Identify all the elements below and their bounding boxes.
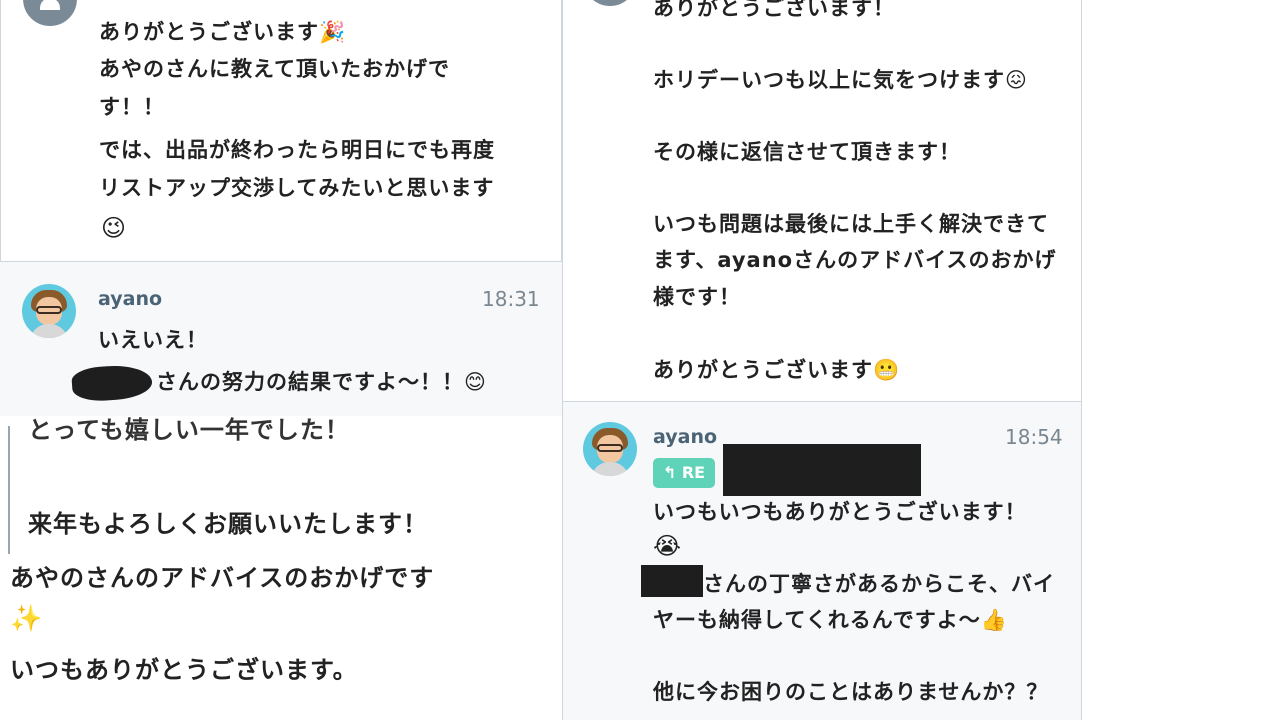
sparkles-emoji: ✨	[10, 604, 44, 634]
crying-emoji: 😭	[653, 532, 683, 560]
message-line: さんの丁寧さがあるからこそ、バイ	[703, 572, 1055, 596]
message-line: ありがとうございます😬	[653, 358, 901, 382]
avatar-partial[interactable]	[583, 0, 637, 6]
message-line: いつも問題は最後には上手く解決できて	[653, 212, 1049, 236]
message-line: その様に返信させて頂きます！	[653, 140, 961, 164]
message-panel-ayano-1831: ayano 18:31 いえいえ！ さんの努力の結果ですよ〜！！😊	[0, 262, 562, 416]
message-panel-ayano-1854: ayano 18:54 ↰ RE いつもいつもありがとうございます！ 😭 さんの…	[562, 402, 1082, 720]
message-line: 様です！	[653, 285, 741, 309]
message-line: リストアップ交渉してみたいと思います	[99, 176, 495, 200]
message-line: さんの努力の結果ですよ〜！！😊	[156, 370, 487, 394]
message-panel-top-right: ありがとうございます！ ホリデーいつも以上に気をつけます😖 その様に返信させて頂…	[562, 0, 1082, 402]
emoji: 😉	[101, 214, 128, 242]
reply-badge[interactable]: ↰ RE	[653, 458, 715, 488]
avatar[interactable]	[22, 284, 76, 338]
message-line: 他に今お困りのことはありませんか？？	[653, 680, 1049, 704]
reply-badge-label: ↰ RE	[662, 463, 706, 482]
avatar-partial[interactable]	[23, 0, 77, 26]
message-line: ます、ayanoさんのアドバイスのおかげ	[653, 248, 1057, 272]
redaction-box	[641, 565, 703, 597]
message-line: ホリデーいつも以上に気をつけます😖	[653, 68, 1028, 92]
user-silhouette-icon	[40, 0, 60, 10]
message-line: す！！	[99, 95, 165, 119]
message-panel-top-left: ありがとうございます🎉 あやのさんに教えて頂いたおかげで す！！ では、出品が終…	[0, 0, 562, 262]
quoted-line: 来年もよろしくお願いいたします！	[28, 510, 428, 538]
message-line: あやのさんに教えて頂いたおかげで	[99, 57, 450, 81]
timestamp: 18:31	[482, 287, 540, 311]
redaction-box	[723, 444, 921, 496]
redaction-scribble	[70, 363, 154, 403]
message-line: あやのさんのアドバイスのおかげです	[10, 564, 435, 592]
message-line: いつもありがとうございます。	[10, 656, 358, 684]
quoted-line-partial: とっても嬉しい一年でした！	[28, 416, 350, 444]
message-line: ありがとうございます！	[653, 0, 895, 20]
message-line: では、出品が終わったら明日にでも再度	[99, 138, 495, 162]
author-name[interactable]: ayano	[98, 288, 162, 310]
message-panel-bottom-left: とっても嬉しい一年でした！ 来年もよろしくお願いいたします！ あやのさんのアドバ…	[0, 416, 562, 720]
author-name[interactable]: ayano	[653, 426, 717, 448]
quote-bar	[8, 426, 10, 554]
message-line: ありがとうございます🎉	[99, 20, 347, 44]
timestamp: 18:54	[1005, 425, 1063, 449]
avatar[interactable]	[583, 422, 637, 476]
message-line: ヤーも納得してくれるんですよ〜👍	[653, 608, 1008, 632]
message-line: いえいえ！	[98, 328, 208, 352]
message-line: いつもいつもありがとうございます！	[653, 500, 1027, 524]
